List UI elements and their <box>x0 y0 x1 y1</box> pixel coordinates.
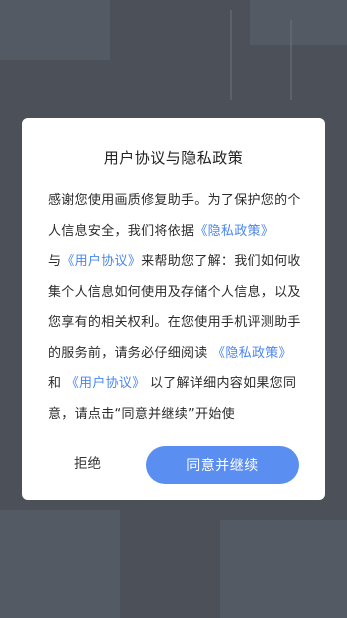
dialog-title: 用户协议与隐私政策 <box>103 149 244 167</box>
background-shape <box>0 510 120 618</box>
background-shape <box>220 520 347 618</box>
body-text: 和 <box>48 376 66 391</box>
background-shape <box>0 0 110 60</box>
dialog-body-text: 感谢您使用画质修复助手。为了保护您的个人信息安全，我们将依据《隐私政策》 与《用户… <box>48 186 303 429</box>
agree-continue-button[interactable]: 同意并继续 <box>146 446 299 484</box>
privacy-dialog: 用户协议与隐私政策 感谢您使用画质修复助手。为了保护您的个人信息安全，我们将依据… <box>22 118 325 500</box>
background-line <box>290 20 292 100</box>
privacy-policy-link[interactable]: 《隐私政策》 <box>194 224 274 239</box>
user-agreement-link[interactable]: 《用户协议》 <box>66 376 146 391</box>
privacy-policy-link[interactable]: 《隐私政策》 <box>212 346 292 361</box>
reject-button[interactable]: 拒绝 <box>74 452 101 472</box>
background-shape <box>250 0 347 45</box>
background-line <box>230 10 232 100</box>
body-text: 与 <box>48 254 62 269</box>
user-agreement-link[interactable]: 《用户协议》 <box>61 254 141 269</box>
